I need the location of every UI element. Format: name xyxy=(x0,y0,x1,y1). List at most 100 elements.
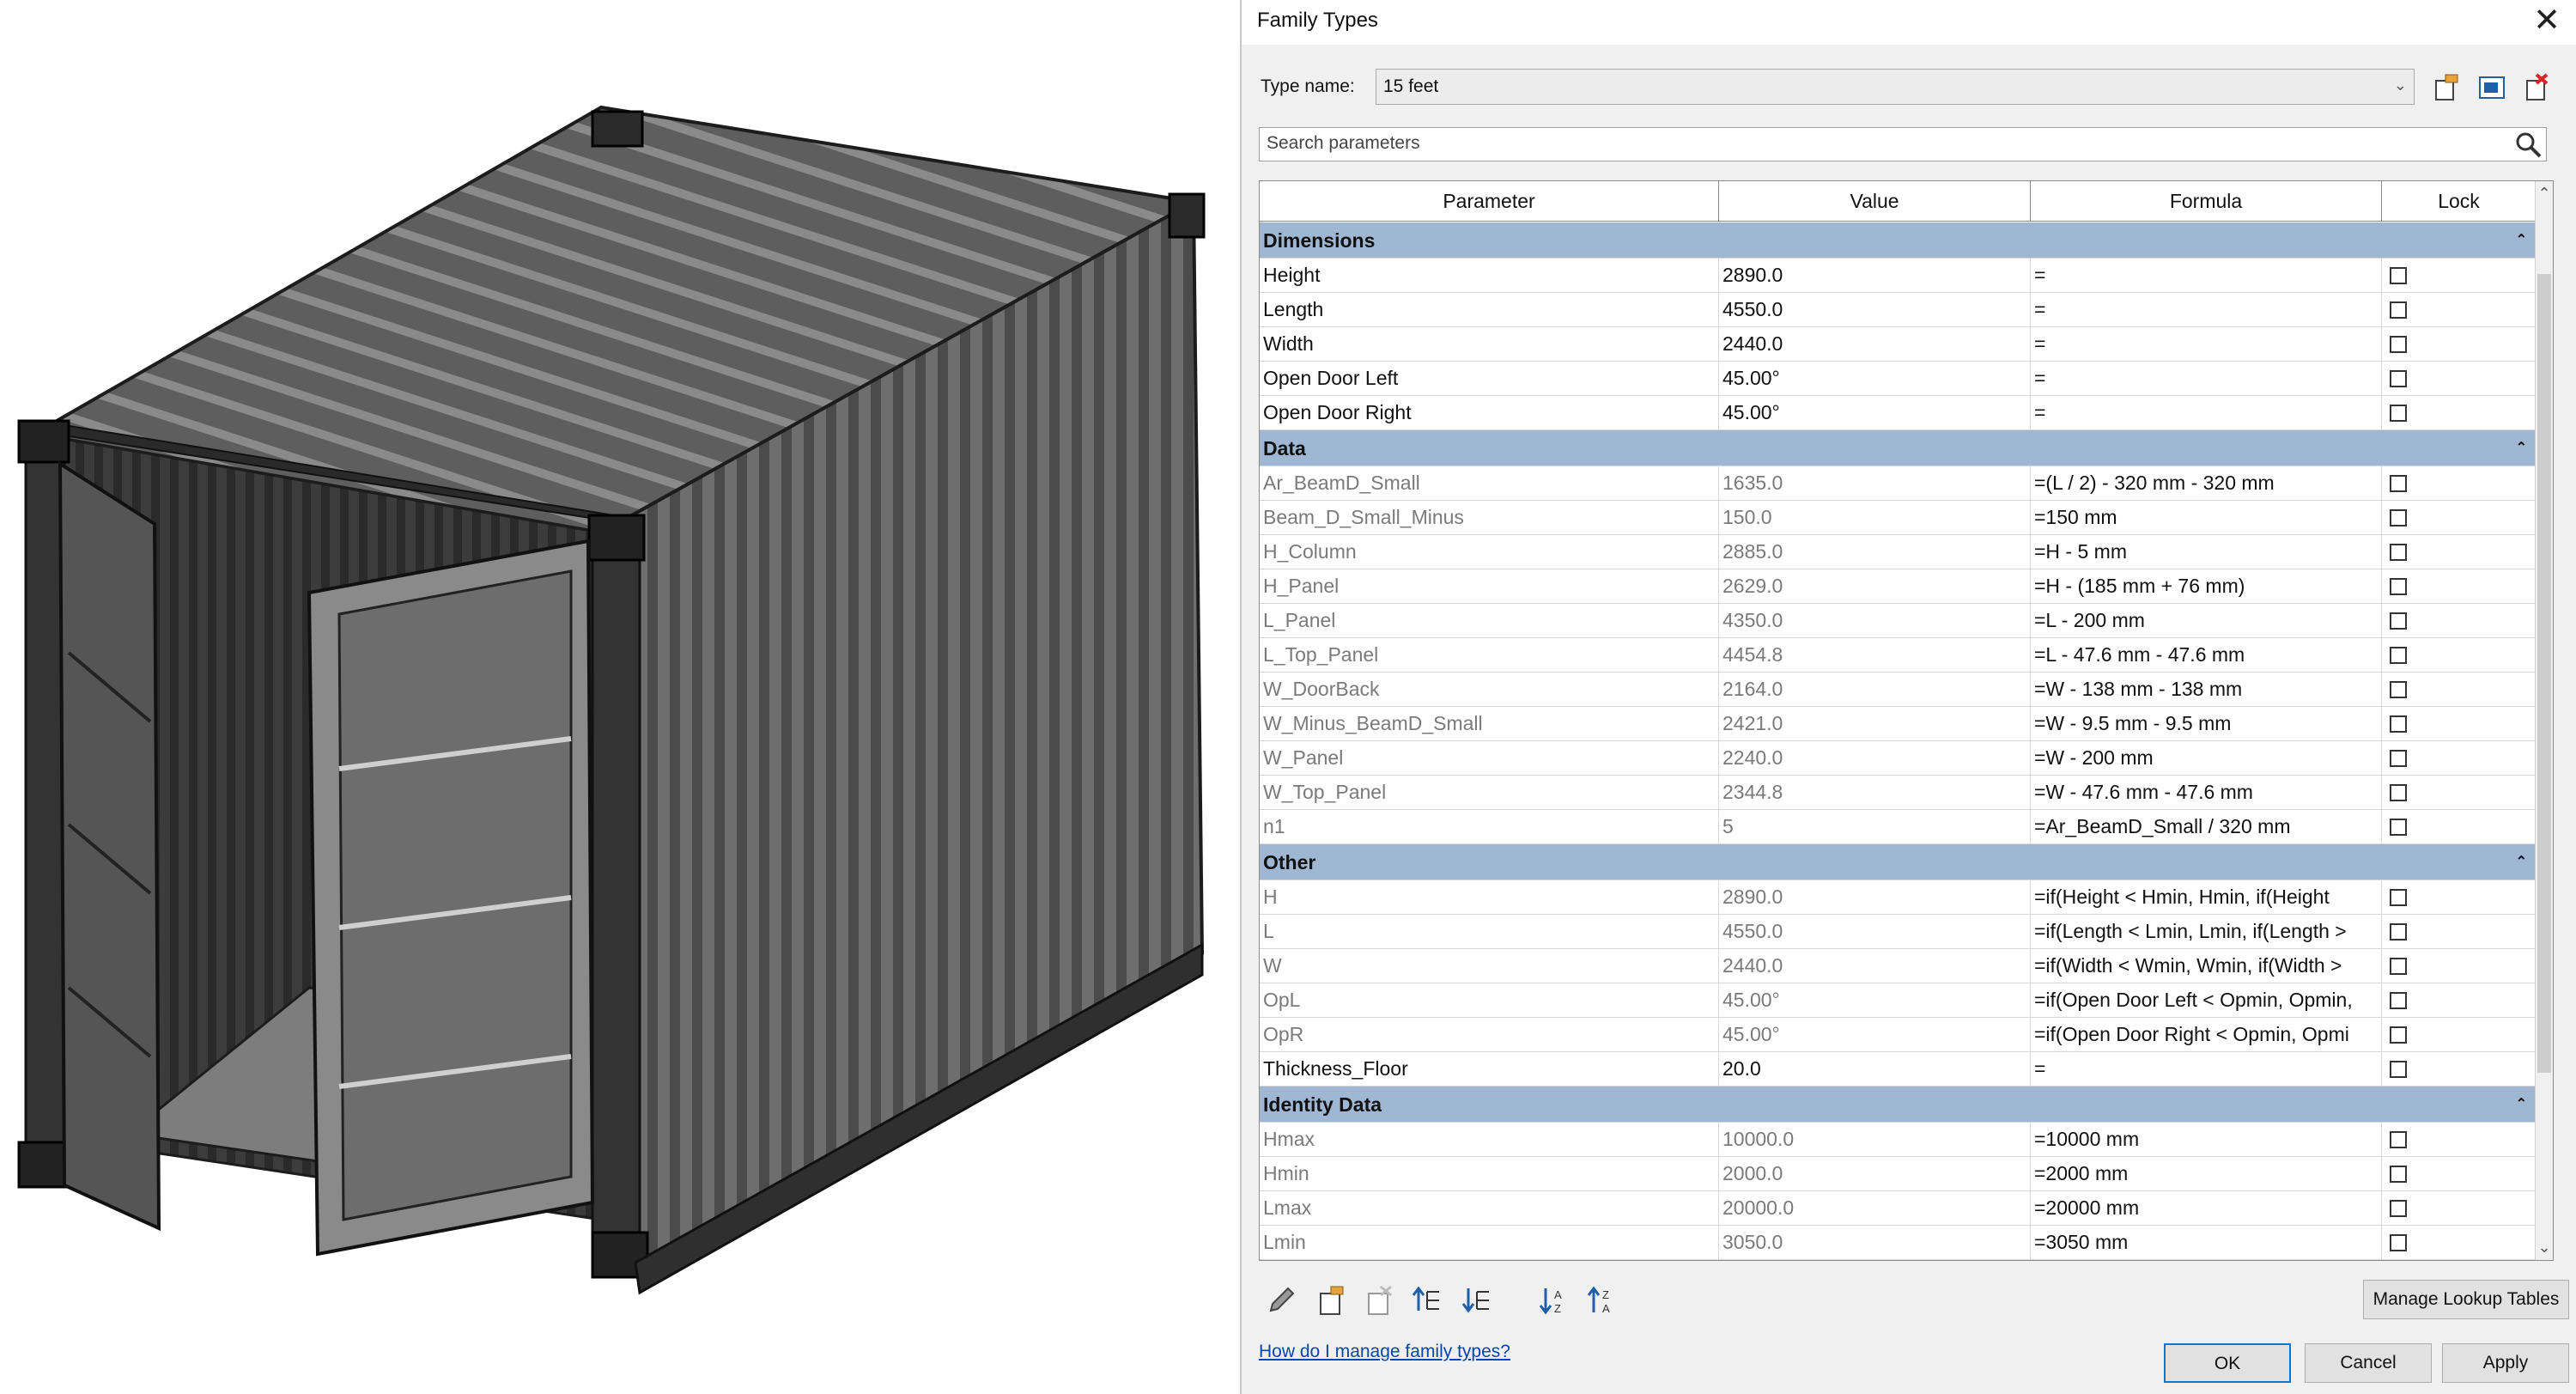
search-input[interactable]: Search parameters xyxy=(1259,127,2547,161)
parameter-formula-cell[interactable]: =H - (185 mm + 76 mm) xyxy=(2031,569,2382,603)
lock-checkbox[interactable] xyxy=(2390,647,2407,664)
lock-checkbox[interactable] xyxy=(2390,544,2407,561)
scroll-up-icon[interactable]: ⌃ xyxy=(2536,185,2553,203)
parameter-value-cell[interactable]: 2890.0 xyxy=(1719,259,2031,292)
parameter-value-cell[interactable]: 2440.0 xyxy=(1719,327,2031,361)
table-row[interactable]: OpL 45.00° =if(Open Door Left < Opmin, Opm… xyxy=(1260,983,2536,1018)
table-row[interactable]: W_Top_Panel 2344.8 =W - 47.6 mm - 47.6 mm xyxy=(1260,776,2536,810)
type-name-dropdown[interactable]: 15 feet ⌄ xyxy=(1376,69,2415,105)
lock-checkbox[interactable] xyxy=(2390,509,2407,527)
parameter-formula-cell[interactable]: =10000 mm xyxy=(2031,1123,2382,1156)
table-row[interactable]: OpR 45.00° =if(Open Door Right < Opmin, Op… xyxy=(1260,1018,2536,1052)
parameter-formula-cell[interactable]: =H - 5 mm xyxy=(2031,535,2382,569)
parameter-value-cell[interactable]: 45.00° xyxy=(1719,396,2031,429)
parameter-formula-cell[interactable]: =20000 mm xyxy=(2031,1191,2382,1225)
cancel-button[interactable]: Cancel xyxy=(2305,1343,2432,1383)
lock-checkbox[interactable] xyxy=(2390,612,2407,630)
lock-checkbox[interactable] xyxy=(2390,301,2407,319)
parameter-formula-cell[interactable]: =150 mm xyxy=(2031,501,2382,534)
column-header-lock[interactable]: Lock xyxy=(2382,181,2536,221)
parameter-formula-cell[interactable]: =if(Height < Hmin, Hmin, if(Height xyxy=(2031,880,2382,914)
lock-checkbox[interactable] xyxy=(2390,681,2407,698)
move-down-icon[interactable] xyxy=(1460,1283,1494,1318)
move-up-icon[interactable] xyxy=(1410,1283,1444,1318)
sort-descending-icon[interactable]: Z A xyxy=(1585,1283,1619,1318)
scrollbar-thumb[interactable] xyxy=(2537,274,2551,1073)
lock-checkbox[interactable] xyxy=(2390,370,2407,387)
group-header[interactable]: Data ⌃ xyxy=(1260,430,2536,466)
lock-checkbox[interactable] xyxy=(2390,784,2407,801)
parameter-formula-cell[interactable]: =(L / 2) - 320 mm - 320 mm xyxy=(2031,466,2382,500)
parameter-formula-cell[interactable]: =W - 200 mm xyxy=(2031,741,2382,775)
parameter-value-cell[interactable]: 20.0 xyxy=(1719,1052,2031,1086)
table-row[interactable]: n1 5 =Ar_BeamD_Small / 320 mm xyxy=(1260,810,2536,844)
scroll-down-icon[interactable]: ⌄ xyxy=(2536,1239,2553,1257)
parameter-value-cell[interactable]: 45.00° xyxy=(1719,362,2031,395)
lock-checkbox[interactable] xyxy=(2390,1026,2407,1044)
new-parameter-icon[interactable] xyxy=(1314,1283,1348,1318)
sort-ascending-icon[interactable]: A Z xyxy=(1537,1283,1571,1318)
lock-checkbox[interactable] xyxy=(2390,1234,2407,1251)
search-icon[interactable] xyxy=(2513,130,2543,159)
parameter-formula-cell[interactable]: =W - 9.5 mm - 9.5 mm xyxy=(2031,707,2382,740)
apply-button[interactable]: Apply xyxy=(2442,1343,2569,1383)
column-header-formula[interactable]: Formula xyxy=(2031,181,2382,221)
vertical-scrollbar[interactable]: ⌃ ⌄ xyxy=(2535,181,2553,1260)
group-header[interactable]: Identity Data ⌃ xyxy=(1260,1087,2536,1123)
lock-checkbox[interactable] xyxy=(2390,958,2407,975)
rename-type-icon[interactable] xyxy=(2476,72,2507,103)
collapse-group-icon[interactable]: ⌃ xyxy=(2516,844,2527,880)
table-row[interactable]: Thickness_Floor 20.0 = xyxy=(1260,1052,2536,1087)
column-header-value[interactable]: Value xyxy=(1719,181,2031,221)
delete-parameter-icon[interactable] xyxy=(1362,1283,1396,1318)
parameter-formula-cell[interactable]: =3050 mm xyxy=(2031,1226,2382,1259)
lock-checkbox[interactable] xyxy=(2390,819,2407,836)
parameter-formula-cell[interactable]: =L - 47.6 mm - 47.6 mm xyxy=(2031,638,2382,672)
table-row[interactable]: H 2890.0 =if(Height < Hmin, Hmin, if(Heigh… xyxy=(1260,880,2536,915)
table-row[interactable]: L_Panel 4350.0 =L - 200 mm xyxy=(1260,604,2536,638)
parameter-formula-cell[interactable]: =if(Length < Lmin, Lmin, if(Length > xyxy=(2031,915,2382,948)
parameter-value-cell[interactable]: 4550.0 xyxy=(1719,293,2031,326)
lock-checkbox[interactable] xyxy=(2390,750,2407,767)
model-viewport[interactable] xyxy=(0,0,1240,1394)
parameter-formula-cell[interactable]: =if(Open Door Left < Opmin, Opmin, xyxy=(2031,983,2382,1017)
parameter-formula-cell[interactable]: =W - 138 mm - 138 mm xyxy=(2031,673,2382,706)
parameter-formula-cell[interactable]: = xyxy=(2031,396,2382,429)
parameter-formula-cell[interactable]: = xyxy=(2031,1052,2382,1086)
collapse-group-icon[interactable]: ⌃ xyxy=(2516,430,2527,466)
delete-type-icon[interactable] xyxy=(2521,72,2552,103)
lock-checkbox[interactable] xyxy=(2390,1061,2407,1078)
table-row[interactable]: Hmax 10000.0 =10000 mm xyxy=(1260,1123,2536,1157)
table-row[interactable]: L_Top_Panel 4454.8 =L - 47.6 mm - 47.6 mm xyxy=(1260,638,2536,673)
column-header-parameter[interactable]: Parameter xyxy=(1260,181,1719,221)
table-row[interactable]: Lmax 20000.0 =20000 mm xyxy=(1260,1191,2536,1226)
help-link[interactable]: How do I manage family types? xyxy=(1259,1342,1510,1362)
lock-checkbox[interactable] xyxy=(2390,715,2407,733)
manage-lookup-tables-button[interactable]: Manage Lookup Tables xyxy=(2363,1280,2569,1319)
parameter-formula-cell[interactable]: =L - 200 mm xyxy=(2031,604,2382,637)
parameter-formula-cell[interactable]: =2000 mm xyxy=(2031,1157,2382,1190)
table-row[interactable]: W_Panel 2240.0 =W - 200 mm xyxy=(1260,741,2536,776)
table-row[interactable]: Length 4550.0 = xyxy=(1260,293,2536,327)
lock-checkbox[interactable] xyxy=(2390,1200,2407,1217)
close-icon[interactable]: ✕ xyxy=(2533,2,2561,40)
lock-checkbox[interactable] xyxy=(2390,475,2407,492)
parameter-formula-cell[interactable]: =Ar_BeamD_Small / 320 mm xyxy=(2031,810,2382,843)
edit-pencil-icon[interactable] xyxy=(1264,1283,1298,1318)
table-row[interactable]: H_Panel 2629.0 =H - (185 mm + 76 mm) xyxy=(1260,569,2536,604)
table-row[interactable]: Lmin 3050.0 =3050 mm xyxy=(1260,1226,2536,1260)
collapse-group-icon[interactable]: ⌃ xyxy=(2516,222,2527,259)
new-type-icon[interactable] xyxy=(2430,72,2461,103)
table-row[interactable]: W 2440.0 =if(Width < Wmin, Wmin, if(Width … xyxy=(1260,949,2536,983)
table-row[interactable]: Width 2440.0 = xyxy=(1260,327,2536,362)
lock-checkbox[interactable] xyxy=(2390,992,2407,1009)
parameter-formula-cell[interactable]: = xyxy=(2031,293,2382,326)
table-row[interactable]: Hmin 2000.0 =2000 mm xyxy=(1260,1157,2536,1191)
group-header[interactable]: Dimensions ⌃ xyxy=(1260,222,2536,259)
lock-checkbox[interactable] xyxy=(2390,405,2407,422)
table-row[interactable]: Height 2890.0 = xyxy=(1260,259,2536,293)
lock-checkbox[interactable] xyxy=(2390,923,2407,940)
lock-checkbox[interactable] xyxy=(2390,1131,2407,1148)
lock-checkbox[interactable] xyxy=(2390,267,2407,284)
parameter-formula-cell[interactable]: =if(Open Door Right < Opmin, Opmi xyxy=(2031,1018,2382,1051)
